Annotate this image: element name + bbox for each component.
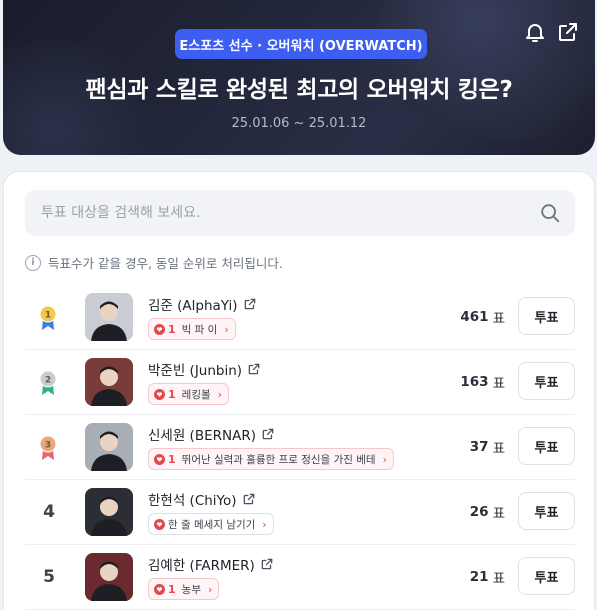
chevron-right-icon: ›	[382, 452, 387, 466]
category-chip: E스포츠 선수 · 오버워치 (OVERWATCH)	[175, 29, 427, 59]
vote-number: 461	[460, 309, 489, 325]
page-title: 팬심과 스킬로 완성된 최고의 오버워치 킹은?	[85, 77, 513, 103]
vote-count: 163 표	[460, 350, 505, 414]
cheer-message-button[interactable]: 1 뛰어난 실력과 훌륭한 프로 정신을 가진 베테 ›	[148, 448, 394, 470]
vote-unit: 표	[492, 441, 505, 457]
chevron-right-icon: ›	[207, 582, 213, 596]
search-bar	[25, 190, 575, 236]
vote-unit: 표	[492, 311, 505, 327]
tie-notice: i 득표수가 같을 경우, 동일 순위로 처리됩니다.	[25, 253, 283, 272]
message-count: 1	[168, 322, 176, 336]
message-count: 1	[168, 387, 176, 401]
vote-count: 37 표	[470, 415, 505, 479]
cheer-message-button[interactable]: 1 빅 파 이 ›	[148, 318, 236, 340]
medal-icon: 2	[39, 370, 57, 395]
chevron-right-icon: ›	[262, 517, 267, 531]
vote-number: 26	[469, 504, 489, 520]
player-name: 박준빈 (Junbin)	[148, 363, 243, 379]
cheer-message-text: 한 줄 메세지 남기기	[168, 518, 256, 531]
message-count: 1	[168, 452, 176, 466]
heart-icon	[154, 323, 165, 335]
table-row: 5 김예한 (FARMER) 1 농부 › 21 표 투표	[25, 545, 575, 610]
heart-icon	[154, 453, 165, 465]
medal-icon: 3	[39, 435, 57, 460]
vote-button[interactable]: 투표	[518, 557, 575, 595]
player-name: 김준 (AlphaYi)	[148, 298, 238, 314]
player-name-link[interactable]: 김예한 (FARMER)	[148, 554, 274, 574]
player-name-link[interactable]: 한현석 (ChiYo)	[148, 489, 256, 509]
message-count: 1	[168, 582, 176, 596]
player-name-link[interactable]: 김준 (AlphaYi)	[148, 294, 257, 314]
external-link-icon	[244, 298, 255, 310]
external-link-icon	[261, 558, 273, 570]
cheer-message-button[interactable]: 한 줄 메세지 남기기 ›	[148, 513, 274, 535]
vote-number: 37	[469, 439, 489, 455]
vote-unit: 표	[492, 376, 505, 392]
chevron-right-icon: ›	[217, 387, 223, 401]
cheer-message-text: 빅 파 이	[181, 323, 218, 336]
cheer-message-text: 뛰어난 실력과 훌륭한 프로 정신을 가진 베테	[181, 453, 376, 466]
vote-number: 163	[460, 374, 489, 390]
avatar[interactable]	[85, 488, 133, 536]
rank-cell: 3	[25, 415, 73, 479]
svg-text:1: 1	[45, 311, 51, 321]
avatar[interactable]	[85, 423, 133, 471]
vote-period: 25.01.06 ~ 25.01.12	[231, 116, 367, 131]
bell-icon[interactable]	[523, 20, 547, 44]
cheer-message-button[interactable]: 1 레킹볼 ›	[148, 383, 230, 405]
svg-text:2: 2	[45, 376, 51, 386]
vote-count: 461 표	[460, 285, 505, 349]
vote-unit: 표	[492, 571, 505, 587]
vote-count: 26 표	[470, 480, 505, 544]
chevron-right-icon: ›	[224, 322, 229, 336]
player-name: 신세원 (BERNAR)	[148, 428, 256, 444]
player-name: 한현석 (ChiYo)	[148, 493, 237, 509]
notice-text: 득표수가 같을 경우, 동일 순위로 처리됩니다.	[48, 256, 283, 271]
heart-icon	[154, 583, 165, 595]
heart-icon	[154, 518, 165, 530]
svg-text:3: 3	[45, 441, 51, 451]
rank-number: 4	[43, 502, 55, 522]
vote-button[interactable]: 투표	[518, 492, 575, 530]
avatar[interactable]	[85, 293, 133, 341]
rank-number: 5	[43, 567, 55, 587]
table-row: 2 박준빈 (Junbin) 1 레킹볼 › 163 표 투표	[25, 350, 575, 415]
medal-icon: 1	[39, 305, 57, 330]
table-row: 3 신세원 (BERNAR) 1 뛰어난 실력과 훌륭한 프로 정신을 가진 베…	[25, 415, 575, 480]
share-icon[interactable]	[556, 20, 580, 44]
table-row: 4 한현석 (ChiYo) 한 줄 메세지 남기기 › 26 표 투표	[25, 480, 575, 545]
vote-number: 21	[469, 569, 489, 585]
avatar[interactable]	[85, 553, 133, 601]
player-name: 김예한 (FARMER)	[148, 558, 255, 574]
vote-unit: 표	[492, 506, 505, 522]
heart-icon	[154, 388, 165, 400]
hero-banner: E스포츠 선수 · 오버워치 (OVERWATCH) 팬심과 스킬로 완성된 최…	[3, 0, 595, 155]
table-row: 1 김준 (AlphaYi) 1 빅 파 이 › 461 표 투표	[25, 285, 575, 350]
cheer-message-button[interactable]: 1 농부 ›	[148, 578, 220, 600]
vote-button[interactable]: 투표	[518, 362, 575, 400]
cheer-message-text: 레킹볼	[181, 388, 211, 401]
vote-button[interactable]: 투표	[518, 427, 575, 465]
vote-count: 21 표	[470, 545, 505, 609]
search-input[interactable]	[25, 190, 525, 236]
avatar[interactable]	[85, 358, 133, 406]
vote-button[interactable]: 투표	[518, 297, 575, 335]
external-link-icon	[248, 363, 260, 375]
vote-card: i 득표수가 같을 경우, 동일 순위로 처리됩니다. 1 김준 (AlphaY…	[3, 171, 595, 610]
info-icon: i	[25, 254, 41, 271]
ranking-list: 1 김준 (AlphaYi) 1 빅 파 이 › 461 표 투표 2 박준빈 …	[25, 285, 575, 610]
rank-cell: 1	[25, 285, 73, 349]
external-link-icon	[262, 428, 274, 440]
cheer-message-text: 농부	[181, 583, 201, 596]
external-link-icon	[243, 493, 254, 505]
rank-cell: 2	[25, 350, 73, 414]
player-name-link[interactable]: 신세원 (BERNAR)	[148, 424, 275, 444]
player-name-link[interactable]: 박준빈 (Junbin)	[148, 359, 261, 379]
search-icon[interactable]	[539, 202, 561, 224]
